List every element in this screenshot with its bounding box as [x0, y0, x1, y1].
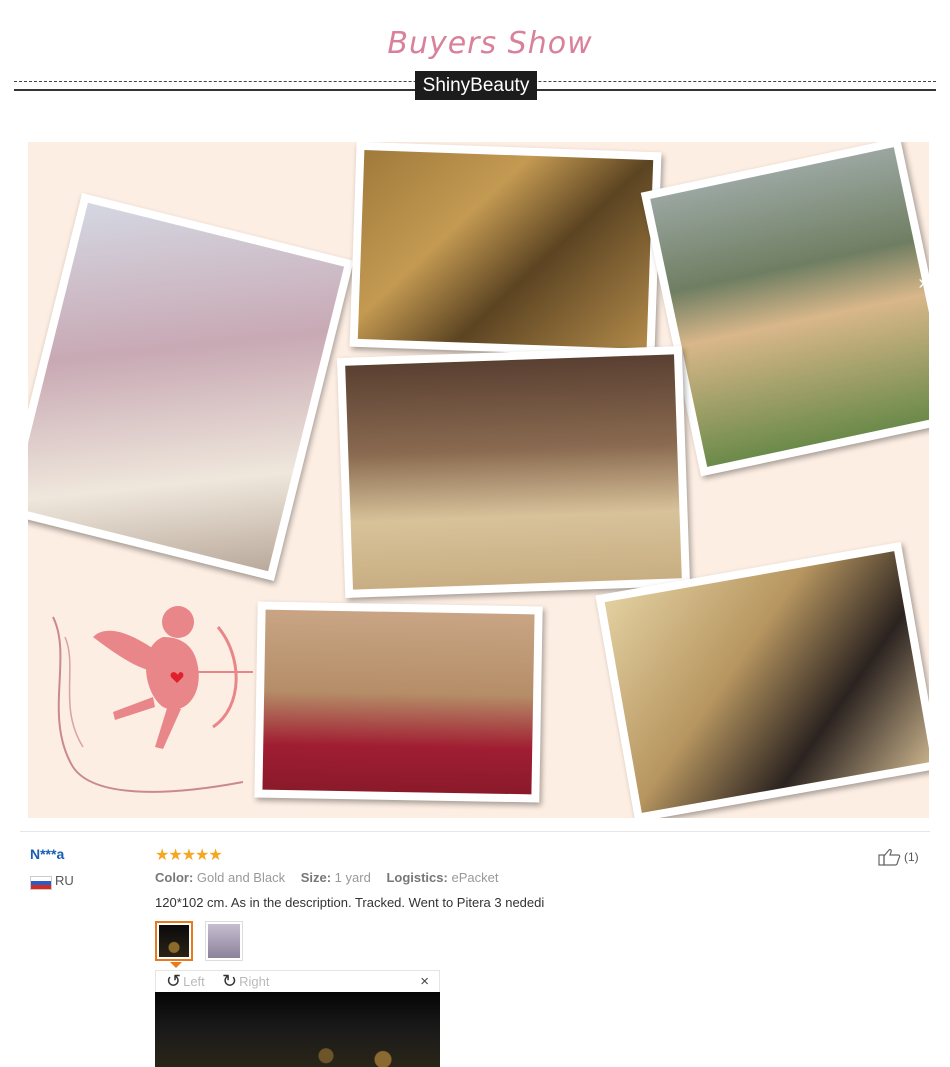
review-separator	[20, 831, 930, 832]
rotate-left-button[interactable]: ↺ Left	[166, 972, 205, 990]
rotate-left-label: Left	[183, 973, 205, 989]
review-text: 120*102 cm. As in the description. Track…	[155, 895, 545, 910]
carousel-next-icon[interactable]: ›	[918, 272, 925, 295]
size-label: Size:	[300, 870, 332, 885]
reviewer-country: RU	[55, 873, 74, 888]
thumbs-up-icon	[878, 849, 901, 866]
image-viewer-toolbar: ↺ Left ↻ Right ×	[155, 970, 440, 992]
close-icon[interactable]: ×	[420, 973, 429, 990]
collage-photo-party	[349, 142, 662, 358]
order-attributes: Color: Gold and Black Size: 1 yard Logis…	[155, 870, 498, 885]
collage-photo-bride	[28, 193, 354, 581]
reviewer-name[interactable]: N***a	[30, 846, 64, 862]
rating-stars: ★★★★★	[155, 847, 223, 864]
buyer-photo-collage: ›	[28, 142, 929, 818]
russia-flag-icon	[30, 876, 52, 890]
review-image-thumb[interactable]	[155, 921, 193, 961]
logistics-label: Logistics:	[386, 870, 448, 885]
helpful-button[interactable]: (1)	[878, 848, 919, 866]
brand-label: ShinyBeauty	[415, 71, 537, 100]
rotate-right-icon: ↻	[222, 971, 238, 991]
cupid-decoration-icon	[52, 606, 253, 793]
size-value: 1 yard	[334, 870, 371, 885]
buyers-show-title: Buyers Show	[387, 26, 593, 61]
thumb-selected-caret	[170, 962, 182, 968]
review-image-thumb[interactable]	[205, 921, 243, 961]
review-image-large	[155, 992, 440, 1067]
rotate-right-button[interactable]: ↻ Right	[222, 972, 269, 990]
color-value: Gold and Black	[196, 870, 286, 885]
collage-photo-bridesmaids	[254, 601, 543, 803]
collage-photo-banquet	[336, 346, 691, 598]
color-label: Color:	[155, 870, 194, 885]
helpful-count: (1)	[904, 850, 919, 864]
rotate-left-icon: ↺	[166, 971, 182, 991]
logistics-value: ePacket	[451, 870, 499, 885]
rotate-right-label: Right	[239, 973, 270, 989]
